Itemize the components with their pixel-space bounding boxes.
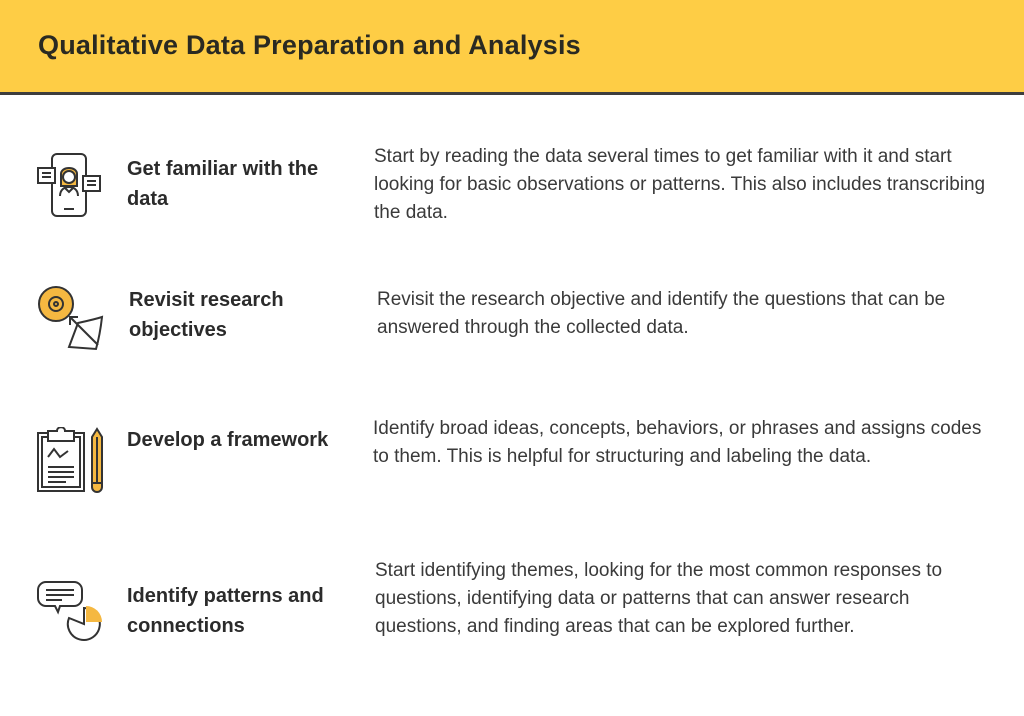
step-description: Identify broad ideas, concepts, behavior… [373,418,982,467]
step-title: Get familiar with the data [127,158,319,210]
step-description: Revisit the research objective and ident… [377,289,946,338]
step-description: Start identifying themes, looking for th… [375,560,943,637]
header-banner: Qualitative Data Preparation and Analysi… [0,0,1024,95]
step-title: Revisit research objectives [129,289,284,341]
smartphone-person-icon [37,153,101,217]
page-title: Qualitative Data Preparation and Analysi… [38,30,581,60]
clipboard-pencil-icon [37,427,103,493]
step-title: Identify patterns and connections [127,585,324,637]
step-description: Start by reading the data several times … [374,146,986,223]
target-arrow-icon [38,286,104,351]
speech-bubble-pie-chart-icon [37,581,102,641]
step-title: Develop a framework [127,429,329,451]
